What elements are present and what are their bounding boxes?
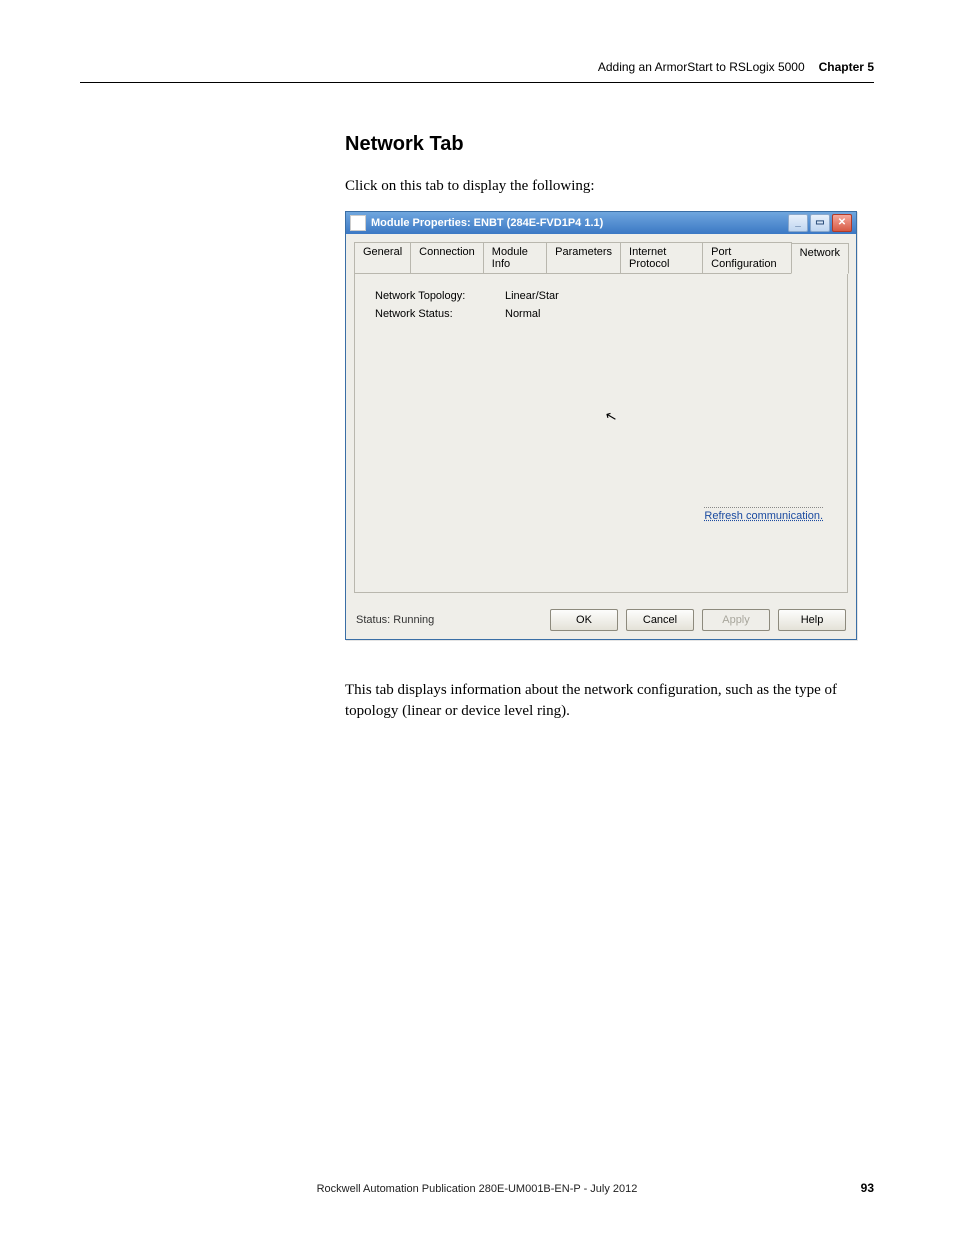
page-number: 93 <box>861 1181 874 1195</box>
minimize-icon: _ <box>795 218 801 228</box>
tab-module-info[interactable]: Module Info <box>483 242 547 273</box>
topology-label: Network Topology: <box>375 290 505 302</box>
tab-moduleinfo-label: Module Info <box>492 246 528 270</box>
section-heading: Network Tab <box>345 133 874 156</box>
tab-parameters-label: Parameters <box>555 246 612 258</box>
tab-internetprotocol-label: Internet Protocol <box>629 246 669 270</box>
close-icon: ✕ <box>838 218 846 228</box>
cursor-icon: ↖ <box>603 408 618 425</box>
header-title: Adding an ArmorStart to RSLogix 5000 <box>598 60 805 74</box>
maximize-button[interactable]: ▭ <box>810 214 830 232</box>
tab-port-configuration[interactable]: Port Configuration <box>702 242 792 273</box>
tab-connection[interactable]: Connection <box>410 242 484 273</box>
publication-footer: Rockwell Automation Publication 280E-UM0… <box>0 1183 954 1195</box>
tab-network-label: Network <box>800 247 840 259</box>
explain-text: This tab displays information about the … <box>345 680 874 722</box>
network-status-label: Network Status: <box>375 308 505 320</box>
tab-network[interactable]: Network <box>791 243 849 274</box>
minimize-button[interactable]: _ <box>788 214 808 232</box>
tab-parameters[interactable]: Parameters <box>546 242 621 273</box>
maximize-icon: ▭ <box>815 218 824 228</box>
intro-text: Click on this tab to display the followi… <box>345 176 874 197</box>
help-button[interactable]: Help <box>778 609 846 631</box>
apply-button[interactable]: Apply <box>702 609 770 631</box>
tab-internet-protocol[interactable]: Internet Protocol <box>620 242 703 273</box>
status-running: Status: Running <box>356 614 542 626</box>
chapter-label: Chapter 5 <box>819 60 874 74</box>
network-tab-panel: Network Topology: Linear/Star Network St… <box>354 273 848 593</box>
module-properties-dialog: Module Properties: ENBT (284E-FVD1P4 1.1… <box>345 211 857 640</box>
close-button[interactable]: ✕ <box>832 214 852 232</box>
network-status-value: Normal <box>505 308 540 320</box>
ok-button[interactable]: OK <box>550 609 618 631</box>
tab-strip: General Connection Module Info Parameter… <box>346 234 856 273</box>
tab-general-label: General <box>363 246 402 258</box>
refresh-communication-link[interactable]: Refresh communication. <box>704 507 823 522</box>
tab-general[interactable]: General <box>354 242 411 273</box>
titlebar[interactable]: Module Properties: ENBT (284E-FVD1P4 1.1… <box>346 212 856 234</box>
tab-portconfig-label: Port Configuration <box>711 246 776 270</box>
dialog-title: Module Properties: ENBT (284E-FVD1P4 1.1… <box>371 217 788 229</box>
topology-value: Linear/Star <box>505 290 559 302</box>
page-header: Adding an ArmorStart to RSLogix 5000 Cha… <box>80 60 874 83</box>
tab-connection-label: Connection <box>419 246 475 258</box>
app-icon <box>350 215 366 231</box>
cancel-button[interactable]: Cancel <box>626 609 694 631</box>
